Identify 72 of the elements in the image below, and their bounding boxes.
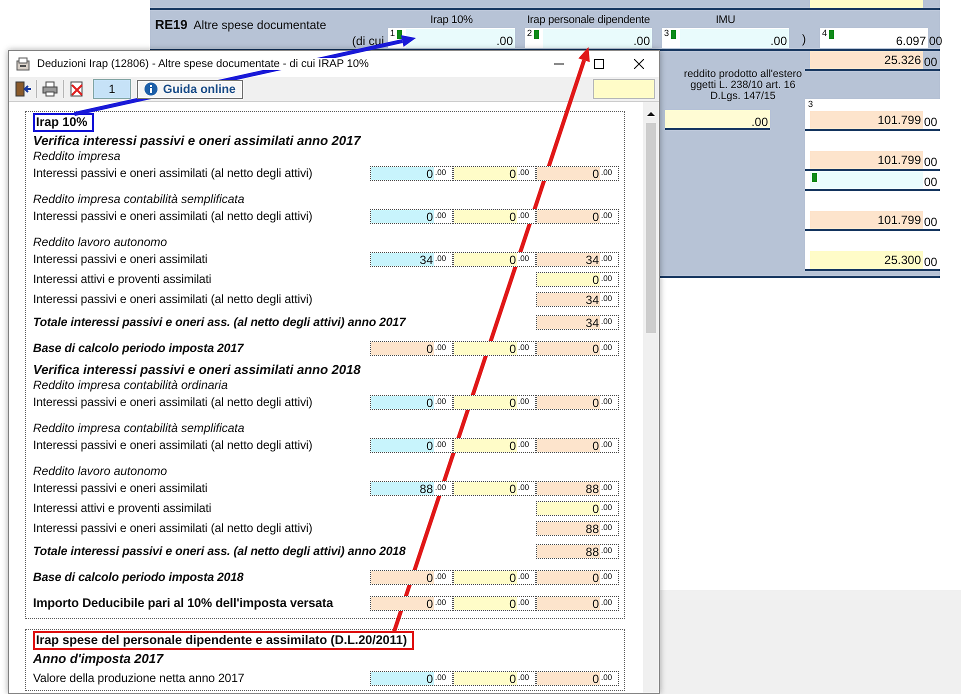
line-code: RE19 <box>155 17 188 32</box>
subheading: Reddito impresa contabilità semplificata <box>33 422 246 435</box>
input-field[interactable]: 2 .00 <box>525 28 652 48</box>
print-button[interactable] <box>40 79 60 99</box>
row-label: Interessi passivi e oneri assimilati (al netto degli attivi) <box>33 292 312 306</box>
row-label: Interessi attivi e proventi assimilati <box>33 500 212 516</box>
row-label: Totale interessi passivi e oneri ass. (al netto degli attivi) anno 2017 <box>33 314 406 330</box>
input-field[interactable]: 101.799 <box>810 211 923 229</box>
input-field[interactable]: 1 .00 <box>388 28 515 48</box>
note-text: reddito prodotto all'estero <box>684 69 802 80</box>
subheading: Reddito lavoro autonomo <box>33 236 168 249</box>
heading: Anno d'imposta 2017 <box>33 650 165 668</box>
section-title: Irap spese del personale dipendente e assimilato (D.L.20/2011) <box>33 631 414 650</box>
subheading: Reddito lavoro autonomo <box>33 465 168 478</box>
row-label: Interessi passivi e oneri assimilati (al netto degli attivi) <box>33 208 312 224</box>
help-button[interactable]: Guida online <box>137 80 243 98</box>
counter-field[interactable]: 1 <box>93 79 131 99</box>
row-label: Interessi attivi e proventi assimilati <box>33 272 212 286</box>
input-field[interactable] <box>810 171 923 189</box>
close-icon <box>634 59 644 69</box>
heading: Verifica interessi passivi e oneri assimilati anno 2017 <box>33 132 362 150</box>
row-label: Base di calcolo periodo imposta 2018 <box>33 570 244 584</box>
row-label: Interessi passivi e oneri assimilati <box>33 480 208 496</box>
column-header: Irap 10% <box>430 14 473 28</box>
field-number: 3 <box>807 99 814 111</box>
calculator-icon <box>15 56 31 72</box>
row-label: Totale interessi passivi e oneri ass. (al netto degli attivi) anno 2018 <box>33 544 406 558</box>
info-icon <box>144 82 158 96</box>
door-arrow-icon <box>15 81 31 97</box>
decimals: 00 <box>924 55 938 69</box>
decimals: 00 <box>924 155 938 169</box>
input-field[interactable]: 25.300 <box>810 251 923 269</box>
row-label: Valore della produzione netta anno 2017 <box>33 670 244 686</box>
subheading: Reddito impresa <box>33 150 122 163</box>
row-label: Importo Deducibile pari al 10% dell'imposta versata <box>33 596 334 610</box>
row-label: Interessi passivi e oneri assimilati (al netto degli attivi) <box>33 438 312 452</box>
input-field[interactable]: 25.326 <box>810 51 923 69</box>
column-header: Irap personale dipendente <box>527 14 650 28</box>
scrollbar[interactable] <box>643 102 659 693</box>
input-field[interactable]: .00 <box>665 110 770 130</box>
note-text: ggetti L. 238/10 art. 16 <box>690 80 796 91</box>
row-label: Interessi passivi e oneri assimilati <box>33 252 208 266</box>
line-label: Altre spese documentate <box>194 18 326 32</box>
decimals: 00 <box>929 34 942 48</box>
printer-icon <box>42 81 58 97</box>
row-label: Base di calcolo periodo imposta 2017 <box>33 340 244 356</box>
decimals: 00 <box>924 255 938 269</box>
document-cross-icon <box>69 81 85 97</box>
column-header: IMU <box>716 14 736 28</box>
label: ) <box>801 32 807 46</box>
row-label: Interessi passivi e oneri assimilati (al netto degli attivi) <box>33 166 312 180</box>
maximize-icon <box>594 59 604 69</box>
note-text: D.Lgs. 147/15 <box>710 91 776 102</box>
decimals: 00 <box>924 215 938 229</box>
row-label: Interessi passivi e oneri assimilati (al netto degli attivi) <box>33 520 312 536</box>
input-field[interactable]: 3 .00 <box>662 28 789 48</box>
decimals: 00 <box>924 175 938 189</box>
exit-button[interactable] <box>13 79 33 99</box>
input-field[interactable] <box>810 0 923 8</box>
row-label: Interessi passivi e oneri assimilati (al netto degli attivi) <box>33 394 312 410</box>
input-field[interactable] <box>593 79 655 99</box>
heading: Verifica interessi passivi e oneri assimilati anno 2018 <box>33 361 362 379</box>
input-field[interactable]: 101.799 <box>810 111 923 129</box>
input-field[interactable]: 4 6.097 <box>820 28 928 48</box>
up-arrow-icon <box>646 110 656 118</box>
window-title: Deduzioni Irap (12806) - Altre spese documentate - di cui IRAP 10% <box>37 58 369 70</box>
subheading: Reddito impresa contabilità ordinaria <box>33 379 229 392</box>
decimals: 00 <box>924 115 938 129</box>
section-title: Irap 10% <box>33 113 94 132</box>
scroll-thumb[interactable] <box>646 123 656 333</box>
subheading: Reddito impresa contabilità semplificata <box>33 193 246 206</box>
input-field[interactable]: 101.799 <box>810 151 923 169</box>
